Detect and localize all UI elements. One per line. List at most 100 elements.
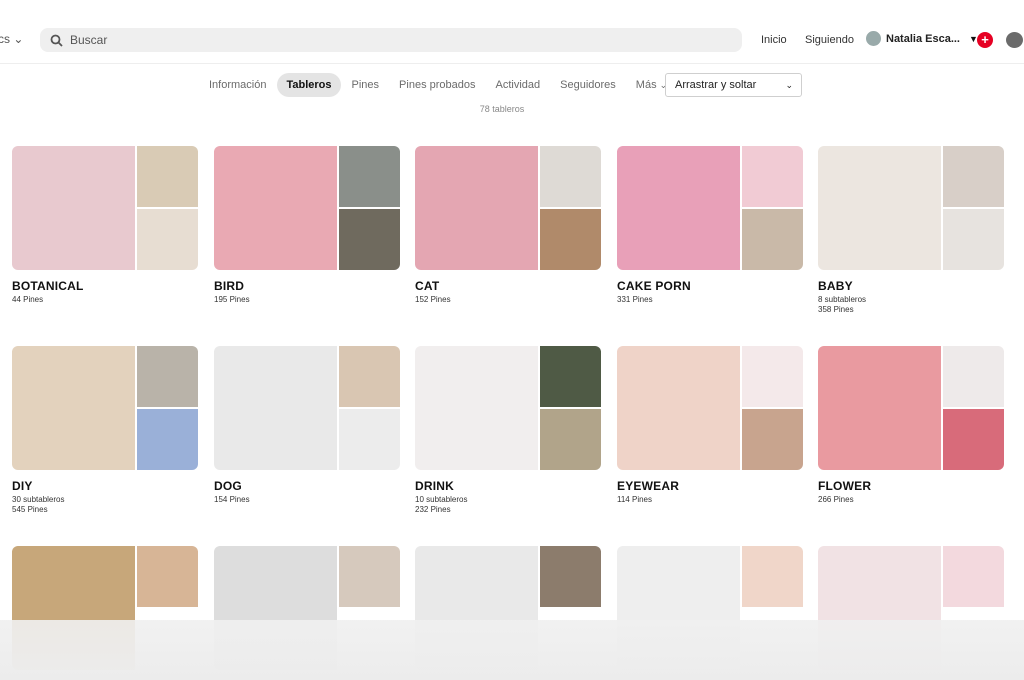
board-cover-thumb-image [339, 546, 400, 607]
tab-tableros[interactable]: Tableros [277, 73, 341, 97]
board-pin-count: 232 Pines [415, 505, 451, 514]
create-plus-button[interactable]: + [977, 32, 993, 48]
board-cover-thumb-image [943, 546, 1004, 607]
board-card[interactable]: CAT 152 Pines [415, 146, 601, 305]
board-cover[interactable] [617, 146, 803, 270]
board-cover-main-image [818, 146, 941, 270]
profile-tabs: Información Tableros Pines Pines probado… [200, 72, 678, 98]
board-cover-thumb-image [540, 146, 601, 207]
board-subboard-count: 10 subtableros [415, 495, 468, 504]
board-cover-main-image [214, 146, 337, 270]
board-meta: 154 Pines [214, 495, 400, 505]
board-cover-thumb-image [742, 546, 803, 607]
board-cover-thumb-image [540, 209, 601, 270]
sort-select[interactable]: Arrastrar y soltar ⌄ [665, 73, 802, 97]
board-title: FLOWER [818, 479, 872, 493]
board-cover-main-image [12, 146, 135, 270]
board-card[interactable]: EYEWEAR 114 Pines [617, 346, 803, 505]
board-cover-thumb-image [742, 209, 803, 270]
board-cover-thumb-image [742, 409, 803, 470]
board-title: DOG [214, 479, 242, 493]
sort-select-value: Arrastrar y soltar [675, 79, 757, 91]
board-pin-count: 266 Pines [818, 495, 854, 504]
board-cover-main-image [617, 346, 740, 470]
board-pin-count: 195 Pines [214, 295, 250, 304]
truncated-nav-label[interactable]: cs ⌄ [0, 32, 23, 46]
board-cover-thumb-image [742, 346, 803, 407]
board-meta: 331 Pines [617, 295, 803, 305]
user-name: Natalia Esca... [886, 32, 960, 45]
board-card[interactable]: CAKE PORN 331 Pines [617, 146, 803, 305]
board-cover-thumb-image [943, 146, 1004, 207]
board-cover[interactable] [214, 346, 400, 470]
board-cover-main-image [214, 346, 337, 470]
board-pin-count: 331 Pines [617, 295, 653, 304]
board-pin-count: 358 Pines [818, 305, 854, 314]
board-cover[interactable] [617, 346, 803, 470]
search-input[interactable]: Buscar [40, 28, 742, 52]
board-cover[interactable] [415, 146, 601, 270]
board-meta: 44 Pines [12, 295, 198, 305]
board-cover-thumb-image [137, 209, 198, 270]
board-meta: 30 subtableros 545 Pines [12, 495, 198, 515]
board-cover-main-image [415, 146, 538, 270]
board-card[interactable]: BABY 8 subtableros 358 Pines [818, 146, 1004, 315]
avatar [866, 31, 881, 46]
tab-actividad[interactable]: Actividad [487, 73, 550, 97]
board-cover-thumb-image [137, 146, 198, 207]
board-cover-thumb-image [540, 346, 601, 407]
board-title: DRINK [415, 479, 454, 493]
board-count: 78 tableros [479, 104, 525, 114]
user-menu[interactable]: Natalia Esca... ▼ [866, 31, 978, 46]
board-cover-thumb-image [943, 346, 1004, 407]
board-cover-thumb-image [943, 409, 1004, 470]
board-meta: 8 subtableros 358 Pines [818, 295, 1004, 315]
board-cover-main-image [818, 346, 941, 470]
tab-pines[interactable]: Pines [343, 73, 389, 97]
board-cover-thumb-image [339, 146, 400, 207]
board-cover-thumb-image [137, 409, 198, 470]
tab-pines-probados[interactable]: Pines probados [390, 73, 484, 97]
board-pin-count: 44 Pines [12, 295, 44, 304]
board-pin-count: 545 Pines [12, 505, 48, 514]
board-cover-thumb-image [742, 146, 803, 207]
board-card[interactable]: BOTANICAL 44 Pines [12, 146, 198, 305]
board-pin-count: 154 Pines [214, 495, 250, 504]
chat-icon[interactable] [1006, 32, 1023, 48]
tab-seguidores[interactable]: Seguidores [551, 73, 625, 97]
board-meta: 195 Pines [214, 295, 400, 305]
board-cover-thumb-image [137, 546, 198, 607]
board-title: BIRD [214, 279, 245, 293]
top-nav-bar: cs ⌄ Buscar Inicio Siguiendo Natalia Esc… [0, 0, 1024, 64]
board-pin-count: 114 Pines [617, 495, 652, 504]
board-cover[interactable] [12, 346, 198, 470]
board-card[interactable]: BIRD 195 Pines [214, 146, 400, 305]
board-cover-thumb-image [339, 346, 400, 407]
board-cover-thumb-image [540, 546, 601, 607]
tab-informacion[interactable]: Información [200, 73, 275, 97]
board-cover[interactable] [214, 146, 400, 270]
board-title: DIY [12, 479, 33, 493]
board-cover-main-image [12, 346, 135, 470]
search-placeholder: Buscar [70, 33, 108, 47]
board-cover[interactable] [12, 146, 198, 270]
board-subboard-count: 30 subtableros [12, 495, 65, 504]
board-cover-thumb-image [339, 409, 400, 470]
board-meta: 266 Pines [818, 495, 1004, 505]
board-card[interactable]: FLOWER 266 Pines [818, 346, 1004, 505]
board-cover-main-image [415, 346, 538, 470]
nav-home-link[interactable]: Inicio [761, 34, 787, 46]
board-title: EYEWEAR [617, 479, 680, 493]
bottom-fade [0, 620, 1024, 680]
board-card[interactable]: DIY 30 subtableros 545 Pines [12, 346, 198, 515]
board-cover[interactable] [818, 346, 1004, 470]
board-card[interactable]: DOG 154 Pines [214, 346, 400, 505]
board-title: CAKE PORN [617, 279, 691, 293]
nav-following-link[interactable]: Siguiendo [805, 34, 854, 46]
board-cover[interactable] [415, 346, 601, 470]
board-title: BABY [818, 279, 853, 293]
board-meta: 152 Pines [415, 295, 601, 305]
board-cover[interactable] [818, 146, 1004, 270]
board-card[interactable]: DRINK 10 subtableros 232 Pines [415, 346, 601, 515]
board-title: BOTANICAL [12, 279, 84, 293]
